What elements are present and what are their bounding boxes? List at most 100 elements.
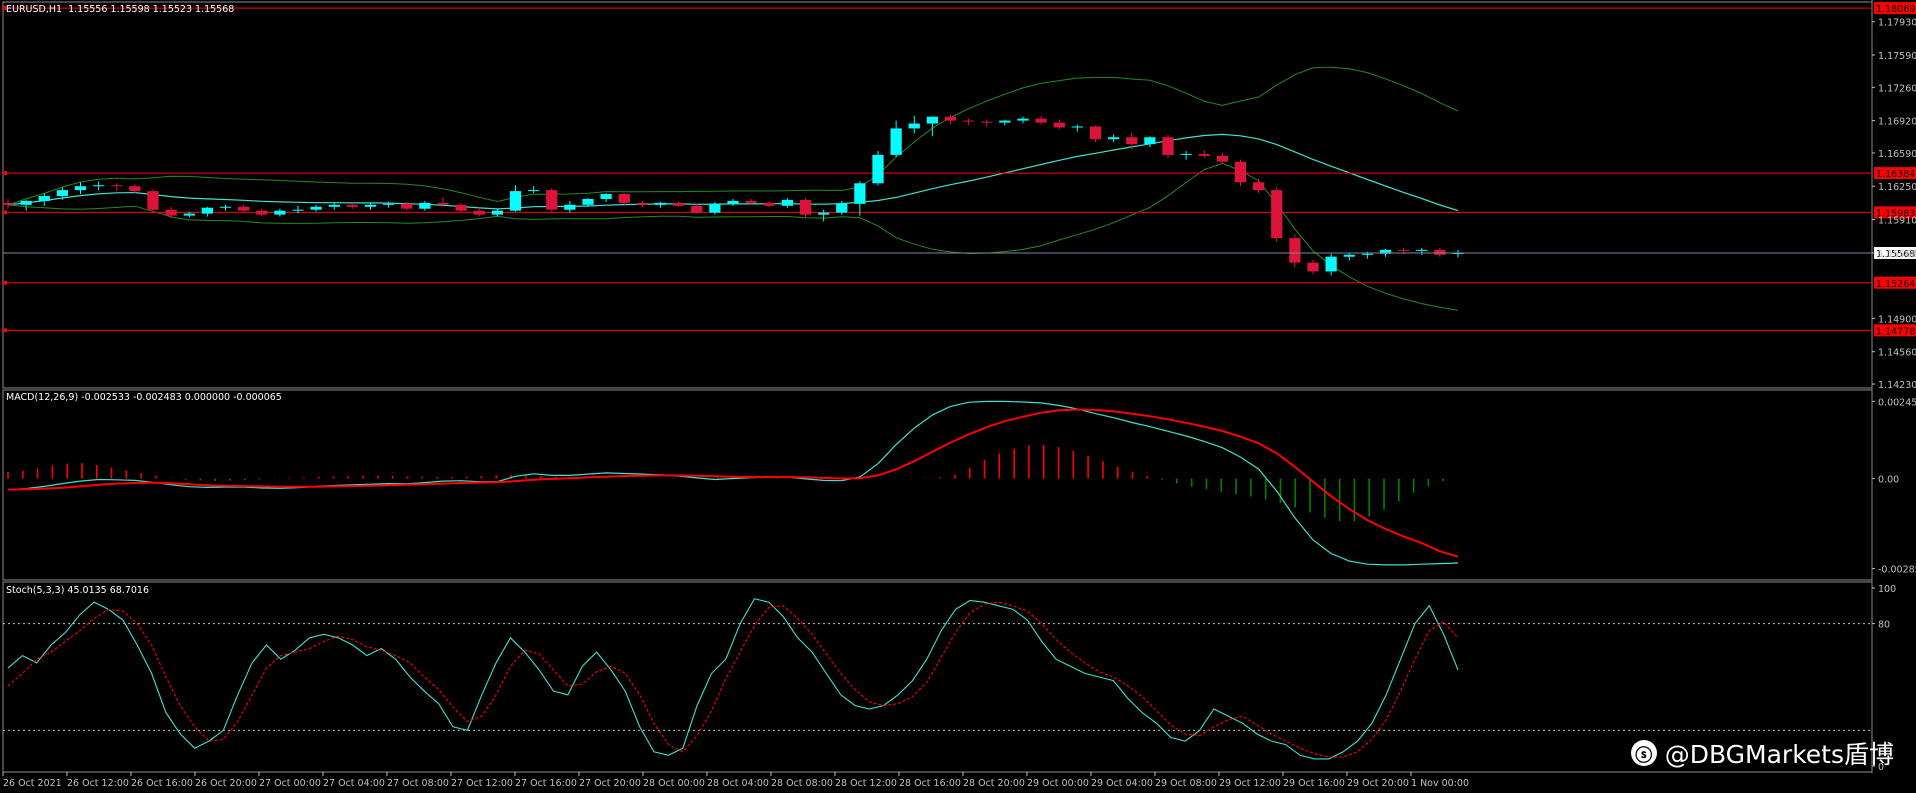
level-price-label: 1.18069 xyxy=(1876,4,1915,15)
candle-body xyxy=(2,202,14,205)
candle-body xyxy=(346,204,358,207)
candle-body xyxy=(56,190,68,196)
candle-body xyxy=(981,121,993,123)
candle-body xyxy=(1089,126,1102,140)
macd-signal-line xyxy=(7,408,1459,558)
stoch-header: Stoch(5,3,3) 45.0135 68.7016 xyxy=(6,585,150,596)
candle-body xyxy=(600,194,612,199)
watermark: ⓢ @DBGMarkets盾博 xyxy=(1630,735,1894,771)
candle-body xyxy=(890,128,902,155)
candle-body xyxy=(1216,155,1228,162)
stoch-main-line xyxy=(7,598,1459,760)
candle-body xyxy=(473,210,485,215)
candle-body xyxy=(1253,182,1265,191)
candle-body xyxy=(854,183,866,204)
time-tick-label: 28 Oct 20:00 xyxy=(963,778,1025,789)
level-anchor xyxy=(3,328,7,333)
time-tick-label: 28 Oct 16:00 xyxy=(899,778,961,789)
candle-body xyxy=(1234,161,1247,183)
candle-body xyxy=(908,123,920,129)
time-tick-label: 27 Oct 20:00 xyxy=(579,778,641,789)
time-tick-label: 28 Oct 00:00 xyxy=(643,778,705,789)
macd-header: MACD(12,26,9) -0.002533 -0.002483 0.0000… xyxy=(6,392,282,403)
candle-body xyxy=(1144,137,1156,145)
level-anchor xyxy=(3,210,7,215)
candle-body xyxy=(745,200,757,203)
candle-body xyxy=(1126,137,1138,145)
time-tick-label: 29 Oct 20:00 xyxy=(1347,778,1409,789)
candle-body xyxy=(1325,256,1337,272)
candle-body xyxy=(509,191,522,211)
chart-canvas: 1.180691.163841.159831.152641.147781.155… xyxy=(2,0,1916,789)
candle-body xyxy=(364,204,377,207)
time-tick-label: 27 Oct 08:00 xyxy=(387,778,449,789)
price-tick-label: 1.14560 xyxy=(1878,348,1916,359)
time-tick-label: 29 Oct 16:00 xyxy=(1283,778,1345,789)
time-tick-label: 29 Oct 04:00 xyxy=(1091,778,1153,789)
candle-body xyxy=(111,185,123,187)
candle-body xyxy=(528,190,540,192)
candle-body xyxy=(1071,126,1083,128)
candle-body xyxy=(926,116,938,124)
candle-body xyxy=(1271,190,1283,239)
price-tick-label: 1.15910 xyxy=(1878,216,1916,227)
candle-body xyxy=(292,209,304,211)
candle-body xyxy=(709,203,721,213)
candle-body xyxy=(673,202,685,206)
candle-body xyxy=(1434,249,1446,255)
macd-tick-label: -0.002858 xyxy=(1878,565,1916,576)
candle-body xyxy=(781,199,793,206)
candle-body xyxy=(963,120,975,122)
candle-body xyxy=(799,199,812,215)
candle-body xyxy=(419,202,431,209)
candle-body xyxy=(1198,153,1210,156)
candle-body xyxy=(727,200,739,204)
candle-body xyxy=(1108,137,1120,140)
candle-body xyxy=(564,204,576,210)
candle-body xyxy=(165,209,177,216)
macd-line xyxy=(7,400,1459,566)
candle-body xyxy=(129,186,141,192)
level-anchor xyxy=(3,171,7,176)
time-tick-label: 26 Oct 20:00 xyxy=(195,778,257,789)
candle-body xyxy=(183,213,195,216)
level-price-label: 1.16384 xyxy=(1876,169,1915,180)
stoch-tick-label: 80 xyxy=(1878,620,1890,631)
level-price-label: 1.14778 xyxy=(1876,326,1915,337)
stoch-tick-label: 100 xyxy=(1878,584,1896,595)
candle-body xyxy=(582,198,594,205)
price-tick-label: 1.17930 xyxy=(1878,18,1916,29)
candle-body xyxy=(256,210,268,215)
candle-body xyxy=(93,185,105,187)
candle-body xyxy=(546,190,558,210)
time-tick-label: 29 Oct 00:00 xyxy=(1027,778,1089,789)
candle-body xyxy=(1053,122,1065,128)
price-tick-label: 1.14230 xyxy=(1878,380,1916,391)
watermark-text: @DBGMarkets盾博 xyxy=(1664,740,1894,769)
candle-body xyxy=(944,116,957,121)
candle-body xyxy=(491,210,503,215)
candle-body xyxy=(1416,249,1428,251)
candle-body xyxy=(328,204,340,207)
candle-body xyxy=(201,207,213,214)
level-price-label: 1.15264 xyxy=(1876,279,1915,290)
time-tick-label: 26 Oct 12:00 xyxy=(67,778,129,789)
macd-tick-label: 0.00 xyxy=(1878,475,1899,486)
candle-body xyxy=(818,212,830,215)
pane-frame-2 xyxy=(2,581,1873,773)
candle-body xyxy=(310,206,322,210)
time-tick-label: 26 Oct 2021 xyxy=(3,778,62,789)
weibo-icon: ⓢ xyxy=(1630,740,1657,766)
candle-body xyxy=(74,186,87,191)
candle-body xyxy=(1017,118,1029,121)
level-anchor xyxy=(3,280,7,285)
candle-body xyxy=(836,203,848,213)
price-tick-label: 1.16250 xyxy=(1878,182,1916,193)
candle-body xyxy=(1180,153,1192,155)
candle-body xyxy=(401,203,413,209)
price-tick-label: 1.14900 xyxy=(1878,314,1916,325)
candle-body xyxy=(274,210,286,215)
candle-body xyxy=(383,203,395,205)
time-tick-label: 27 Oct 00:00 xyxy=(259,778,321,789)
price-tick-label: 1.16590 xyxy=(1878,149,1916,160)
